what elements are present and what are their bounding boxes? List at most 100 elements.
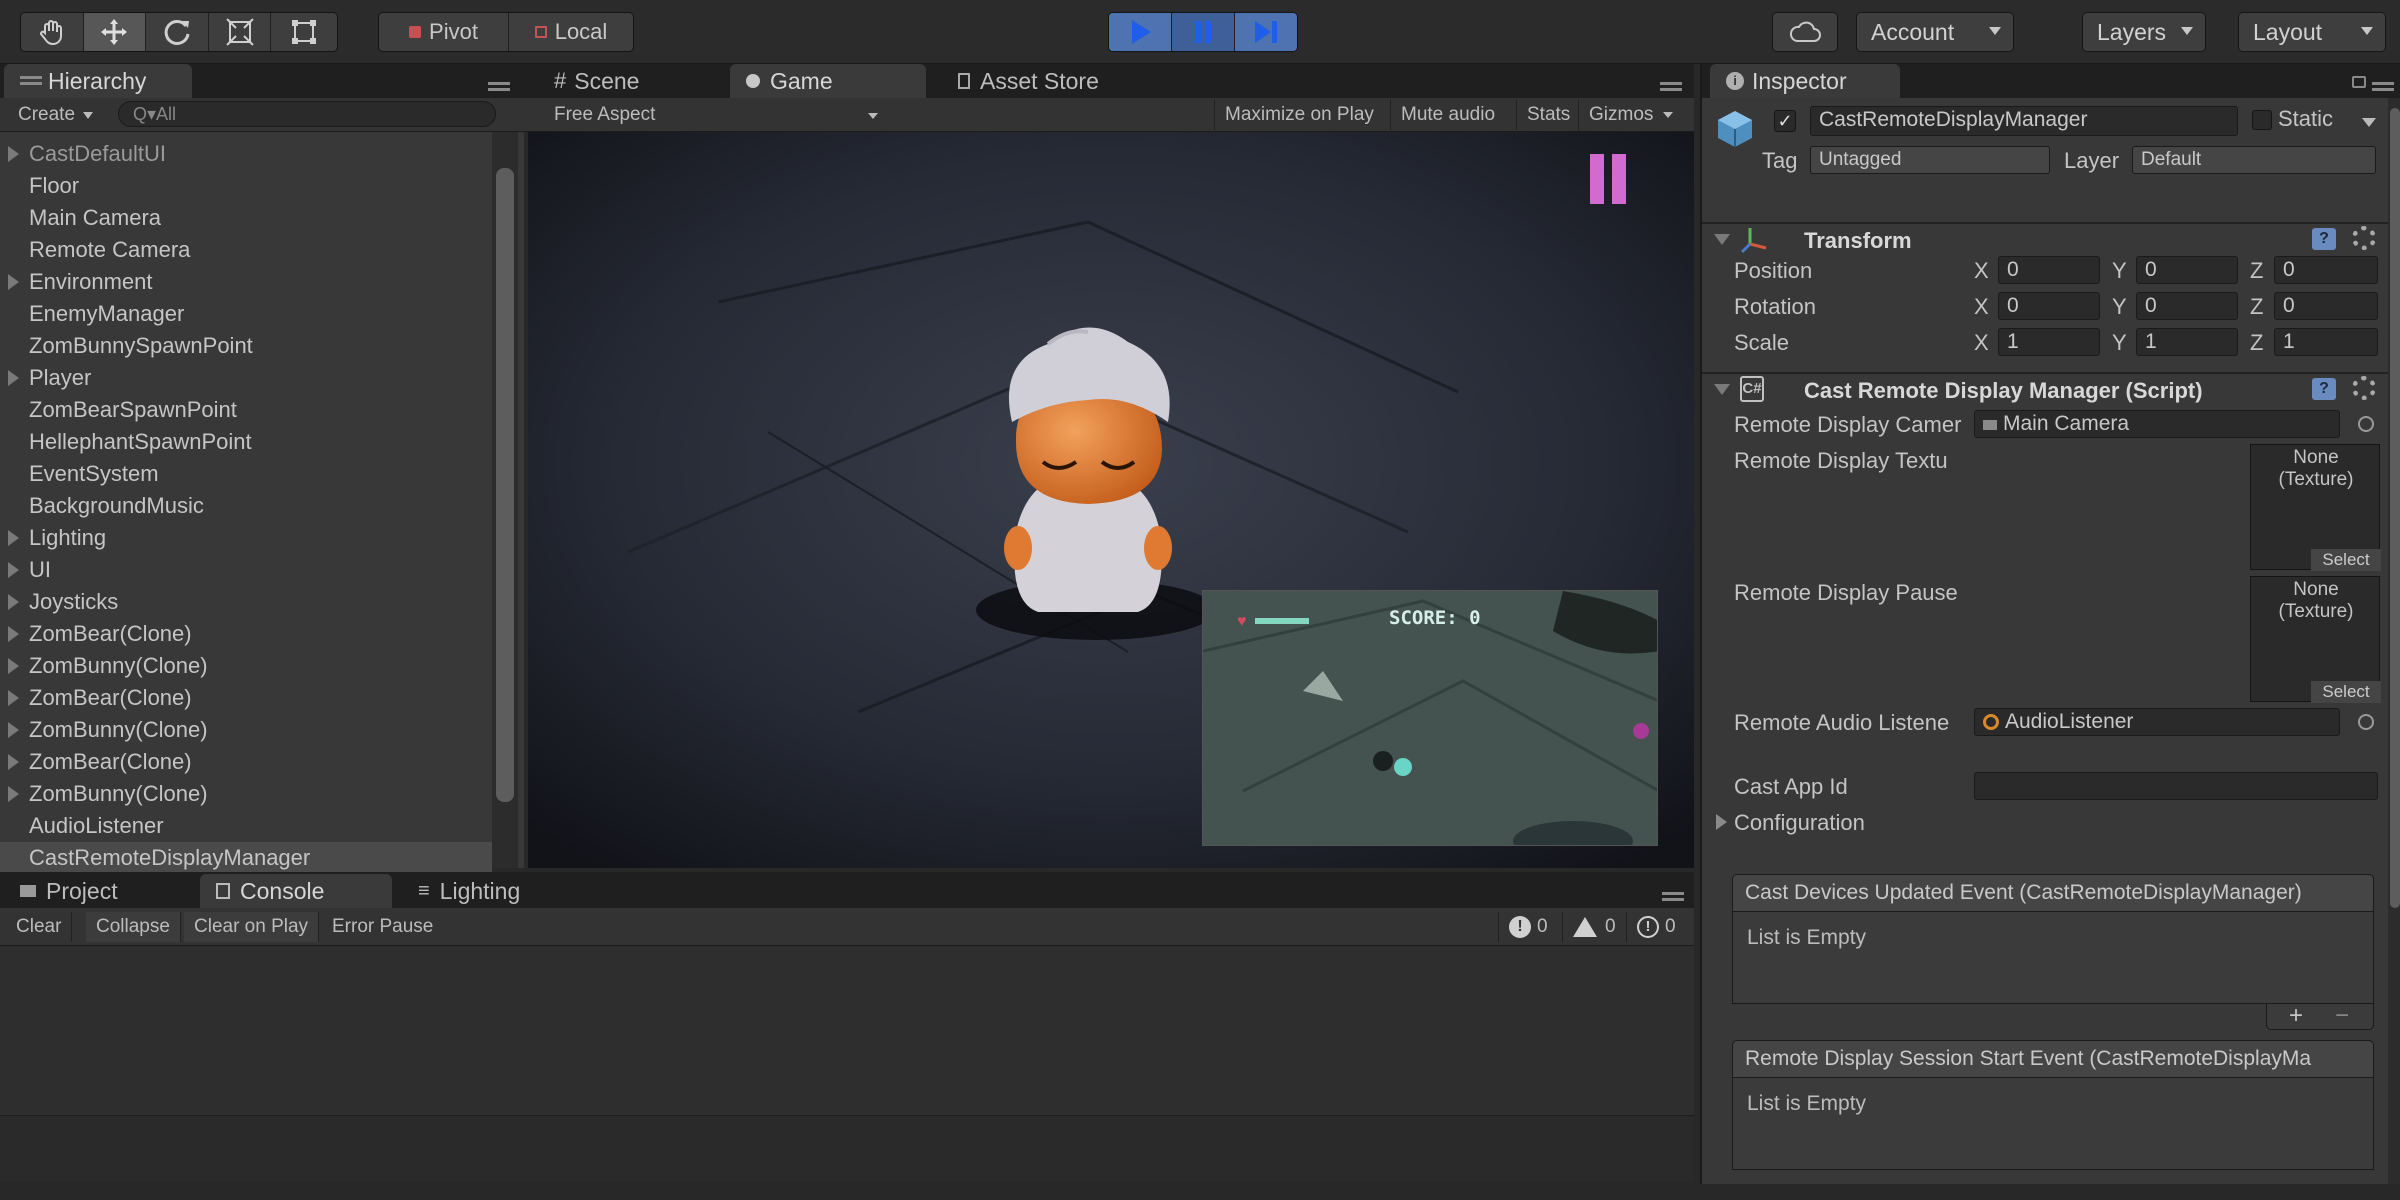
error-count-toggle[interactable]: ! 0 xyxy=(1626,912,1686,942)
panel-menu-icon[interactable] xyxy=(1662,890,1684,904)
expand-arrow-icon[interactable] xyxy=(8,594,19,610)
hierarchy-item[interactable]: ZomBunny(Clone) xyxy=(29,714,208,746)
hierarchy-item[interactable]: Remote Camera xyxy=(29,234,190,266)
hierarchy-item[interactable]: CastDefaultUI xyxy=(29,138,166,170)
scale-tool-icon[interactable] xyxy=(209,13,272,51)
rect-tool-icon[interactable] xyxy=(271,13,337,51)
axis-y-label[interactable]: Y xyxy=(2112,294,2127,320)
expand-arrow-icon[interactable] xyxy=(8,658,19,674)
static-checkbox[interactable] xyxy=(2252,110,2272,130)
object-picker-icon[interactable] xyxy=(2358,714,2374,730)
create-dropdown[interactable]: Create xyxy=(8,100,103,130)
transform-x-input[interactable]: 0 xyxy=(1998,292,2100,320)
scroll-thumb[interactable] xyxy=(2390,108,2400,908)
hand-tool-icon[interactable] xyxy=(21,13,84,51)
expand-arrow-icon[interactable] xyxy=(8,146,19,162)
expand-arrow-icon[interactable] xyxy=(8,626,19,642)
hierarchy-item[interactable]: AudioListener xyxy=(29,810,164,842)
expand-arrow-icon[interactable] xyxy=(8,690,19,706)
scroll-thumb[interactable] xyxy=(496,168,514,802)
hierarchy-item[interactable]: Main Camera xyxy=(29,202,161,234)
hierarchy-search-input[interactable]: Q▾All xyxy=(118,101,496,127)
axis-z-label[interactable]: Z xyxy=(2250,258,2263,284)
help-icon[interactable]: ? xyxy=(2312,228,2336,250)
expand-arrow-icon[interactable] xyxy=(8,786,19,802)
axis-x-label[interactable]: X xyxy=(1974,258,1989,284)
hierarchy-item[interactable]: EventSystem xyxy=(29,458,159,490)
transform-x-input[interactable]: 1 xyxy=(1998,328,2100,356)
remote-display-texture-field[interactable]: None (Texture) Select xyxy=(2250,444,2381,571)
hierarchy-item[interactable]: ZomBear(Clone) xyxy=(29,746,192,778)
axis-y-label[interactable]: Y xyxy=(2112,330,2127,356)
transform-fold-icon[interactable] xyxy=(1714,234,1730,245)
hierarchy-item[interactable]: HellephantSpawnPoint xyxy=(29,426,252,458)
hierarchy-item[interactable]: UI xyxy=(29,554,51,586)
layer-dropdown[interactable]: Default xyxy=(2132,146,2376,174)
expand-arrow-icon[interactable] xyxy=(8,530,19,546)
tab-hierarchy[interactable]: Hierarchy xyxy=(4,64,192,98)
cast-app-id-input[interactable] xyxy=(1974,772,2378,800)
object-picker-icon[interactable] xyxy=(2358,416,2374,432)
panel-menu-icon[interactable] xyxy=(488,80,510,94)
clear-on-play-toggle[interactable]: Clear on Play xyxy=(184,912,320,942)
hierarchy-item[interactable]: Environment xyxy=(29,266,153,298)
hierarchy-item[interactable]: ZomBear(Clone) xyxy=(29,682,192,714)
error-pause-toggle[interactable]: Error Pause xyxy=(322,912,443,942)
transform-z-input[interactable]: 0 xyxy=(2274,292,2378,320)
game-viewport[interactable]: ♥ SCORE: 0 xyxy=(528,132,1694,868)
move-tool-icon[interactable] xyxy=(83,13,147,51)
chevron-down-icon[interactable] xyxy=(2362,118,2376,127)
panel-menu-icon[interactable] xyxy=(1660,80,1682,94)
tab-console[interactable]: Console xyxy=(200,874,392,908)
axis-y-label[interactable]: Y xyxy=(2112,258,2127,284)
layers-dropdown[interactable]: Layers xyxy=(2082,12,2206,52)
tab-project[interactable]: Project xyxy=(4,874,194,908)
transform-x-input[interactable]: 0 xyxy=(1998,256,2100,284)
pause-button[interactable] xyxy=(1172,13,1235,51)
select-texture-button[interactable]: Select xyxy=(2311,549,2381,571)
rotate-tool-icon[interactable] xyxy=(146,13,209,51)
remote-audio-listener-field[interactable]: AudioListener xyxy=(1974,708,2340,736)
chevron-right-icon[interactable] xyxy=(1716,814,1727,830)
hierarchy-item[interactable]: ZomBearSpawnPoint xyxy=(29,394,237,426)
hierarchy-item[interactable]: BackgroundMusic xyxy=(29,490,204,522)
account-dropdown[interactable]: Account xyxy=(1856,12,2014,52)
info-count-toggle[interactable]: ! 0 xyxy=(1498,912,1558,942)
hierarchy-item[interactable]: Joysticks xyxy=(29,586,118,618)
add-event-button[interactable]: + xyxy=(2289,1002,2303,1030)
maximize-on-play-toggle[interactable]: Maximize on Play xyxy=(1214,100,1384,130)
hierarchy-item[interactable]: ZomBunny(Clone) xyxy=(29,650,208,682)
tab-scene[interactable]: # Scene xyxy=(538,64,710,98)
stats-toggle[interactable]: Stats xyxy=(1516,100,1580,130)
console-log-area[interactable] xyxy=(0,946,1694,1116)
gear-icon[interactable] xyxy=(2352,376,2376,400)
remote-display-pause-texture-field[interactable]: None (Texture) Select xyxy=(2250,576,2381,703)
active-checkbox[interactable]: ✓ xyxy=(1774,110,1796,132)
warning-count-toggle[interactable]: 0 xyxy=(1562,912,1626,942)
pivot-button[interactable]: Pivot xyxy=(379,13,509,51)
mute-audio-toggle[interactable]: Mute audio xyxy=(1390,100,1505,130)
expand-arrow-icon[interactable] xyxy=(8,722,19,738)
axis-x-label[interactable]: X xyxy=(1974,294,1989,320)
transform-y-input[interactable]: 1 xyxy=(2136,328,2238,356)
aspect-dropdown[interactable]: Free Aspect xyxy=(544,100,884,130)
play-button[interactable] xyxy=(1109,13,1172,51)
axis-x-label[interactable]: X xyxy=(1974,330,1989,356)
transform-y-input[interactable]: 0 xyxy=(2136,292,2238,320)
script-fold-icon[interactable] xyxy=(1714,384,1730,395)
hierarchy-item[interactable]: Player xyxy=(29,362,91,394)
hierarchy-item[interactable]: EnemyManager xyxy=(29,298,184,330)
clear-button[interactable]: Clear xyxy=(6,912,73,942)
axis-z-label[interactable]: Z xyxy=(2250,294,2263,320)
configuration-foldout[interactable]: Configuration xyxy=(1734,810,1865,836)
tag-dropdown[interactable]: Untagged xyxy=(1810,146,2050,174)
hierarchy-item[interactable]: ZomBear(Clone) xyxy=(29,618,192,650)
transform-z-input[interactable]: 1 xyxy=(2274,328,2378,356)
help-icon[interactable]: ? xyxy=(2312,378,2336,400)
remote-display-camera-field[interactable]: Main Camera xyxy=(1974,410,2340,438)
panel-menu-icon[interactable] xyxy=(2372,80,2394,94)
select-texture-button[interactable]: Select xyxy=(2311,681,2381,703)
console-detail-area[interactable] xyxy=(0,1116,1694,1182)
cloud-button[interactable] xyxy=(1772,12,1838,52)
hierarchy-item[interactable]: Floor xyxy=(29,170,79,202)
